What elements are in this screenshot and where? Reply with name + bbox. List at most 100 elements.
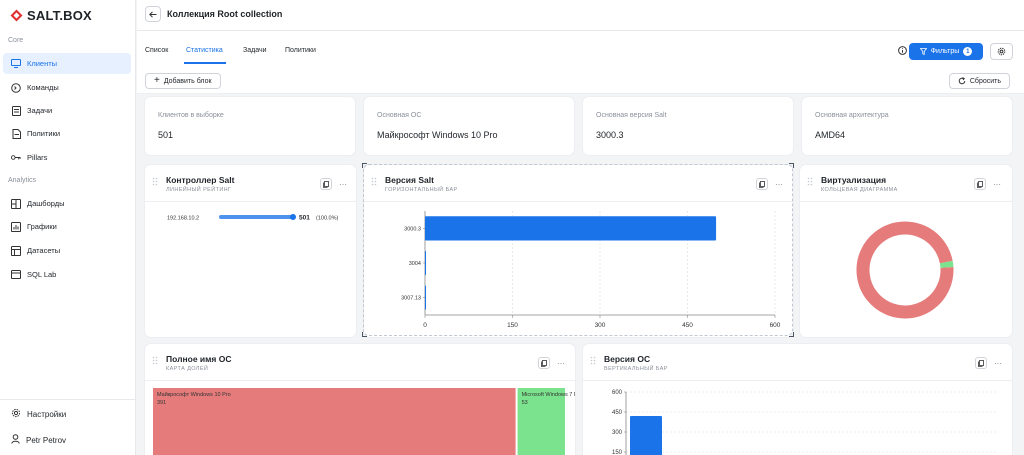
sidebar-item-tasks[interactable]: Задачи xyxy=(3,100,131,121)
widget-subtitle: КОЛЬЦЕВАЯ ДИАГРАММА xyxy=(821,187,898,193)
gear-icon xyxy=(11,408,21,420)
rating-bar xyxy=(219,215,293,219)
reset-label: Сбросить xyxy=(969,77,1001,85)
copy-button[interactable] xyxy=(538,357,550,369)
sidebar-item-pillars[interactable]: Pillars xyxy=(3,147,131,168)
stat-value: Майкрософт Windows 10 Pro xyxy=(377,130,498,140)
stat-label: Основная архитектура xyxy=(815,112,889,119)
sidebar: SALT.BOX Core Клиенты Команды Задачи Пол… xyxy=(0,0,136,455)
sidebar-item-commands[interactable]: Команды xyxy=(3,77,131,98)
widget-title: Версия Salt xyxy=(385,175,434,185)
more-icon[interactable]: ⋯ xyxy=(774,178,784,190)
sidebar-item-datasets[interactable]: Датасеты xyxy=(3,240,131,261)
refresh-icon xyxy=(958,77,966,85)
filters-button[interactable]: Фильтры 1 xyxy=(909,43,983,60)
stat-card-salt-version: Основная версия Salt 3000.3 xyxy=(583,97,793,155)
tab-list[interactable]: Список xyxy=(145,47,168,54)
add-block-button[interactable]: + Добавить блок xyxy=(145,73,221,89)
active-tab-indicator xyxy=(184,62,226,64)
widget-divider xyxy=(364,201,793,202)
more-icon[interactable]: ⋯ xyxy=(993,357,1003,369)
user-profile[interactable]: Petr Petrov xyxy=(3,430,131,450)
vertical-bar-chart: 600 450 300 150 xyxy=(612,390,998,455)
back-button[interactable] xyxy=(145,6,161,22)
dashboard-settings-button[interactable] xyxy=(990,43,1013,60)
tab-tasks[interactable]: Задачи xyxy=(243,47,267,54)
widget-divider xyxy=(145,380,575,381)
stat-card-architecture: Основная архитектура AMD64 xyxy=(802,97,1012,155)
reset-button[interactable]: Сбросить xyxy=(948,73,1010,89)
stat-label: Основная ОС xyxy=(377,112,422,119)
tabs-bar: Список Статистика Задачи Политики Фильтр… xyxy=(137,31,1024,66)
copy-button[interactable] xyxy=(975,357,987,369)
more-icon[interactable]: ⋯ xyxy=(338,178,348,190)
drag-handle-icon[interactable] xyxy=(152,177,158,186)
copy-icon xyxy=(978,359,984,367)
widget-divider xyxy=(583,380,1012,381)
widget-controller: Контроллер Salt ЛИНЕЙНЫЙ РЕЙТИНГ ⋯ 192.1… xyxy=(145,165,356,337)
rating-value: 501 xyxy=(299,215,310,222)
dataset-icon xyxy=(11,245,21,256)
treemap-label: Майкрософт Windows 10 Pro xyxy=(157,391,231,398)
page-title: Коллекция Root collection xyxy=(167,9,283,19)
page-header: Коллекция Root collection xyxy=(137,0,1024,31)
drag-handle-icon[interactable] xyxy=(807,177,813,186)
widget-title: Полное имя ОС xyxy=(166,354,232,364)
sidebar-item-sql-lab[interactable]: SQL Lab xyxy=(3,264,131,285)
bar xyxy=(425,250,426,276)
app-logo[interactable]: SALT.BOX xyxy=(10,8,92,23)
sidebar-item-label: Дашборды xyxy=(27,199,65,208)
y-tick-label: 150 xyxy=(612,450,623,455)
sidebar-item-clients[interactable]: Клиенты xyxy=(3,53,131,74)
bar xyxy=(425,216,717,241)
x-tick-label: 300 xyxy=(595,322,606,329)
sidebar-item-charts[interactable]: Графики xyxy=(3,216,131,237)
widget-title: Контроллер Salt xyxy=(166,175,235,185)
gear-icon xyxy=(997,47,1006,56)
filter-icon xyxy=(919,48,927,55)
info-icon[interactable] xyxy=(898,46,907,55)
widget-subtitle: КАРТА ДОЛЕЙ xyxy=(166,366,209,372)
bar xyxy=(630,416,662,455)
section-core-label: Core xyxy=(8,37,24,44)
sidebar-item-label: Клиенты xyxy=(27,59,58,68)
dashboard-icon xyxy=(11,198,21,209)
sidebar-item-dashboards[interactable]: Дашборды xyxy=(3,193,131,214)
sidebar-item-label: Команды xyxy=(27,83,59,92)
sidebar-divider xyxy=(0,399,136,400)
user-name: Petr Petrov xyxy=(26,435,67,445)
settings-link[interactable]: Настройки xyxy=(3,404,131,424)
salt-logo-icon xyxy=(10,9,23,22)
stat-card-clients: Клиентов в выборке 501 xyxy=(145,97,355,155)
more-icon[interactable]: ⋯ xyxy=(992,178,1002,190)
copy-button[interactable] xyxy=(756,178,768,190)
donut-chart xyxy=(856,221,954,319)
widget-os-full-name: Полное имя ОС КАРТА ДОЛЕЙ ⋯ Майкрософт W… xyxy=(145,344,575,455)
copy-button[interactable] xyxy=(974,178,986,190)
bar xyxy=(425,285,426,310)
widget-subtitle: ВЕРТИКАЛЬНЫЙ БАР xyxy=(604,366,668,372)
y-tick-label: 600 xyxy=(612,390,623,396)
drag-handle-icon[interactable] xyxy=(152,356,158,365)
settings-label: Настройки xyxy=(27,409,67,419)
treemap-chart: Майкрософт Windows 10 Pro 391 Microsoft Wi… xyxy=(153,388,575,455)
more-icon[interactable]: ⋯ xyxy=(556,357,566,369)
sidebar-item-policies[interactable]: Политики xyxy=(3,123,131,144)
rating-percent: (100.0%) xyxy=(316,216,338,222)
widget-os-version: Версия ОС ВЕРТИКАЛЬНЫЙ БАР ⋯ 600 450 300 15… xyxy=(583,344,1012,455)
copy-icon xyxy=(323,180,329,188)
policy-icon xyxy=(11,128,21,139)
tab-statistics[interactable]: Статистика xyxy=(186,47,223,54)
y-tick-label: 3007.13 xyxy=(401,296,421,302)
user-icon xyxy=(11,434,20,446)
drag-handle-icon[interactable] xyxy=(371,177,377,186)
widget-divider xyxy=(145,201,356,202)
copy-button[interactable] xyxy=(320,178,332,190)
drag-handle-icon[interactable] xyxy=(590,356,596,365)
sidebar-item-label: Pillars xyxy=(27,153,48,162)
widget-virtualization: Виртуализация КОЛЬЦЕВАЯ ДИАГРАММА ⋯ xyxy=(800,165,1012,337)
y-tick-label: 450 xyxy=(612,410,623,416)
sidebar-item-label: Задачи xyxy=(27,106,53,115)
donut-slice xyxy=(939,260,954,268)
tab-policies[interactable]: Политики xyxy=(285,47,316,54)
